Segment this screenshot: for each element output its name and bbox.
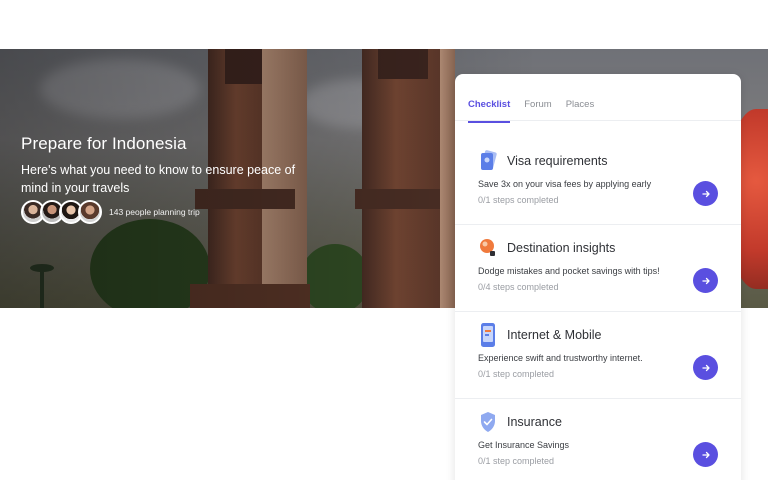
open-visa-button[interactable] xyxy=(693,181,718,206)
planners-group: 143 people planning trip xyxy=(21,200,200,224)
checklist-item-title: Destination insights xyxy=(507,241,616,255)
checklist-item-insurance[interactable]: Insurance Get Insurance Savings 0/1 step… xyxy=(455,411,741,480)
page-subtitle: Here's what you need to know to ensure p… xyxy=(21,163,296,195)
checklist-item-description: Dodge mistakes and pocket savings with t… xyxy=(478,266,660,276)
checklist-item-description: Experience swift and trustworthy interne… xyxy=(478,353,643,363)
lightbulb-icon xyxy=(478,237,498,259)
trip-checklist-card: Checklist Forum Places Visa requirements… xyxy=(455,74,741,480)
tabs-divider xyxy=(455,120,741,121)
planners-count: 143 people planning trip xyxy=(109,207,200,217)
shield-icon xyxy=(478,411,498,433)
checklist-item-steps: 0/1 step completed xyxy=(478,456,555,466)
divider xyxy=(455,398,741,399)
checklist-item-steps: 0/1 steps completed xyxy=(478,195,559,205)
passport-icon xyxy=(478,150,498,172)
open-insights-button[interactable] xyxy=(693,268,718,293)
arrow-right-icon xyxy=(701,451,710,458)
open-internet-button[interactable] xyxy=(693,355,718,380)
checklist-item-title: Visa requirements xyxy=(507,154,608,168)
checklist-item-description: Get Insurance Savings xyxy=(478,440,570,450)
checklist-item-title: Internet & Mobile xyxy=(507,328,602,342)
divider xyxy=(455,224,741,225)
arrow-right-icon xyxy=(701,190,710,197)
checklist-item-steps: 0/1 step completed xyxy=(478,369,555,379)
checklist-item-steps: 0/4 steps completed xyxy=(478,282,559,292)
arrow-right-icon xyxy=(701,364,710,371)
divider xyxy=(455,311,741,312)
phone-icon xyxy=(478,323,498,347)
hero-text: Prepare for Indonesia Here's what you ne… xyxy=(21,134,321,197)
checklist-item-description: Save 3x on your visa fees by applying ea… xyxy=(478,179,652,189)
page-title: Prepare for Indonesia xyxy=(21,134,187,153)
checklist-item-title: Insurance xyxy=(507,415,562,429)
open-insurance-button[interactable] xyxy=(693,442,718,467)
avatar xyxy=(78,200,102,224)
arrow-right-icon xyxy=(701,277,710,284)
